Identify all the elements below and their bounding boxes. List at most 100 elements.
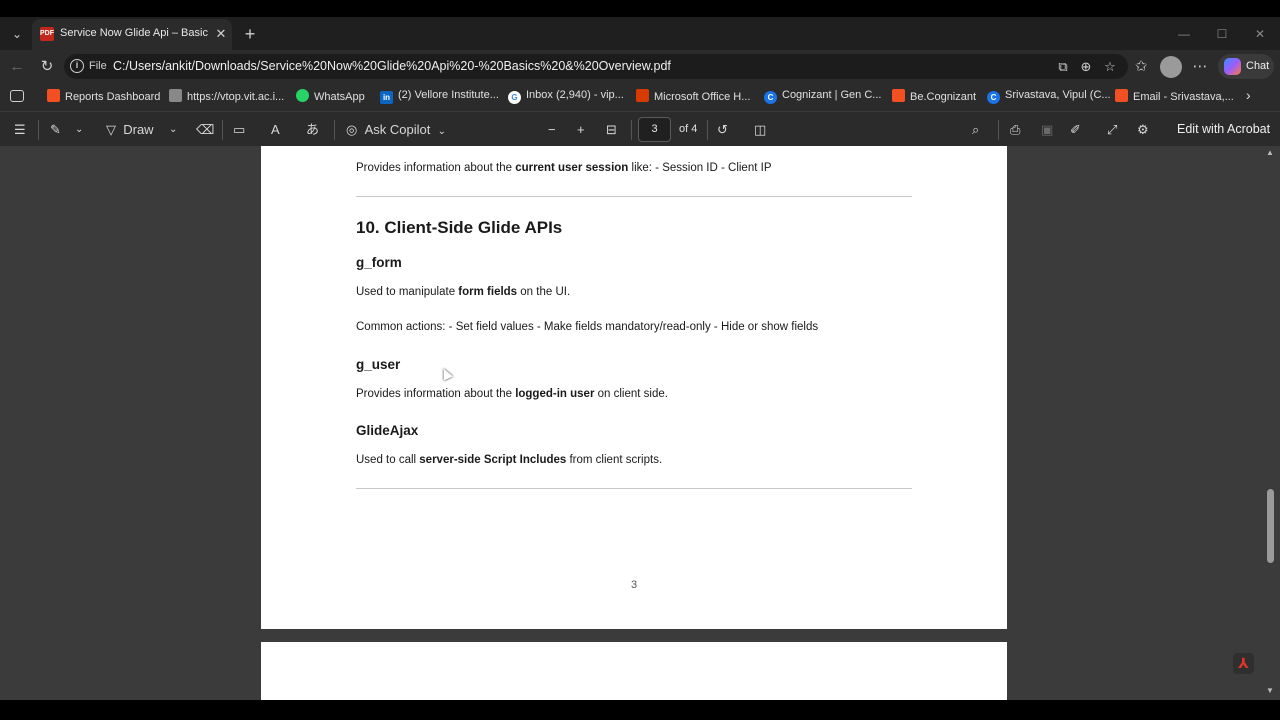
windows-icon (47, 89, 60, 102)
zoom-out-icon[interactable]: − (548, 121, 556, 139)
divider (356, 488, 912, 489)
pdf-page: Provides information about the current u… (261, 146, 1007, 629)
add-text-icon[interactable]: ▭ (233, 121, 245, 139)
chat-label: Chat (1246, 60, 1270, 72)
bookmark-item[interactable]: Be.Cognizant (892, 89, 976, 105)
search-icon[interactable]: ⌕ (972, 121, 979, 139)
tab-strip: ⌄ PDF Service Now Glide Api – Basics & O… (0, 17, 1280, 50)
pdf-icon: PDF (40, 27, 54, 41)
more-options-icon[interactable]: ⋯ (1189, 56, 1211, 78)
new-tab-icon[interactable]: + (240, 24, 260, 44)
url-text[interactable]: C:/Users/ankit/Downloads/Service%20Now%2… (113, 59, 671, 73)
zoom-icon[interactable]: ⊕ (1077, 58, 1095, 76)
avatar[interactable] (1160, 56, 1182, 78)
windows-icon (892, 89, 905, 102)
bookmark-item[interactable]: Email - Srivastava,... (1115, 89, 1234, 105)
ask-copilot-button[interactable]: ◎ Ask Copilot ⌄ (346, 121, 446, 139)
maximize-icon[interactable]: ☐ (1212, 25, 1232, 43)
tab-actions-chevron-icon[interactable]: ⌄ (8, 25, 26, 43)
fullscreen-icon[interactable]: ⤢ (1107, 121, 1117, 139)
save-as-icon[interactable]: ✐ (1070, 121, 1081, 139)
tab-active[interactable]: PDF Service Now Glide Api – Basics & Ove… (32, 19, 232, 50)
copilot-icon: ◎ (346, 122, 358, 137)
print-icon[interactable]: ⎙ (1010, 121, 1020, 139)
divider (38, 120, 39, 140)
copilot-chat-button[interactable]: Chat (1218, 54, 1274, 79)
acrobat-icon[interactable]: ⅄ (1233, 653, 1254, 674)
favorite-star-icon[interactable]: ☆ (1101, 58, 1119, 76)
save-icon[interactable]: ▣ (1041, 121, 1053, 139)
windows-icon (1115, 89, 1128, 102)
chevron-down-icon: ⌄ (437, 126, 446, 137)
divider (707, 120, 708, 140)
bookmark-item[interactable]: WhatsApp (296, 89, 365, 105)
bookmark-item[interactable]: Microsoft Office H... (636, 89, 750, 105)
whatsapp-icon (296, 89, 309, 102)
highlight-chevron-down-icon[interactable]: ⌄ (75, 121, 83, 139)
divider (998, 120, 999, 140)
bookmark-item[interactable]: in (2) Vellore Institute... (380, 89, 499, 105)
bookmark-item[interactable]: https://vtop.vit.ac.i... (169, 89, 284, 105)
g-user-heading: g_user (356, 357, 401, 372)
bookmarks-bar: Reports Dashboard https://vtop.vit.ac.i.… (0, 83, 1280, 111)
fit-to-width-icon[interactable]: ⊟ (606, 121, 617, 139)
navigation-bar: ← ↻ i File C:/Users/ankit/Downloads/Serv… (0, 50, 1280, 83)
edit-with-acrobat-button[interactable]: Edit with Acrobat (1177, 122, 1270, 136)
translate-icon[interactable]: あ (306, 121, 319, 139)
divider (334, 120, 335, 140)
bookmark-item[interactable]: Reports Dashboard (47, 89, 160, 105)
draw-button[interactable]: ▽ Draw (106, 121, 154, 139)
page-icon (169, 89, 182, 102)
scrollbar[interactable]: ▲ ▼ (1264, 146, 1278, 700)
glideajax-heading: GlideAjax (356, 423, 419, 438)
taskbar-edge (0, 700, 1280, 720)
bookmarks-menu-icon[interactable] (10, 90, 24, 102)
page-number-footer: 3 (630, 579, 638, 591)
zoom-in-icon[interactable]: + (577, 121, 585, 139)
refresh-icon[interactable]: ↻ (36, 56, 58, 78)
scroll-up-icon[interactable]: ▲ (1266, 148, 1274, 157)
ask-copilot-label: Ask Copilot (364, 122, 431, 137)
g-form-heading: g_form (356, 255, 402, 270)
draw-label: Draw (123, 122, 154, 137)
eraser-icon[interactable]: ⌫ (196, 121, 214, 139)
rotate-icon[interactable]: ↺ (717, 121, 728, 139)
pdf-toolbar: ☰ ✎ ⌄ ▽ Draw ⌄ ⌫ ▭ A あ ◎ Ask Copilot ⌄ −… (0, 111, 1280, 146)
page-total: of 4 (679, 123, 698, 135)
cognizant-icon: C (764, 91, 777, 104)
settings-gear-icon[interactable]: ⚙ (1137, 121, 1149, 139)
window-close-icon[interactable]: ✕ (1250, 25, 1270, 43)
divider (631, 120, 632, 140)
section-heading: 10. Client-Side Glide APIs (356, 218, 563, 237)
office-icon (636, 89, 649, 102)
pdf-page-next (261, 642, 1007, 700)
contents-icon[interactable]: ☰ (14, 121, 26, 139)
paragraph-g-form-actions: Common actions: - Set field values - Mak… (356, 321, 819, 333)
minimize-icon[interactable]: — (1174, 25, 1194, 43)
bookmark-item[interactable]: C Cognizant | Gen C... (764, 89, 881, 105)
read-aloud-icon[interactable]: A (271, 121, 280, 139)
bookmarks-overflow-chevron-icon[interactable]: › (1246, 87, 1251, 103)
back-icon[interactable]: ← (6, 56, 28, 78)
draw-chevron-down-icon[interactable]: ⌄ (169, 121, 177, 139)
divider (356, 196, 912, 197)
scrollbar-thumb[interactable] (1267, 489, 1274, 563)
highlight-icon[interactable]: ✎ (50, 121, 61, 139)
bookmark-item[interactable]: C Srivastava, Vipul (C... (987, 89, 1111, 105)
bookmark-item[interactable]: G Inbox (2,940) - vip... (508, 89, 624, 105)
scroll-down-icon[interactable]: ▼ (1266, 686, 1274, 695)
paragraph-session: Provides information about the current u… (356, 162, 772, 174)
favorites-icon[interactable]: ✩ (1130, 56, 1152, 78)
page-view-icon[interactable]: ◫ (754, 121, 766, 139)
copilot-icon (1224, 58, 1241, 75)
paragraph-g-form: Used to manipulate form fields on the UI… (356, 286, 571, 298)
linkedin-icon: in (380, 91, 393, 104)
info-icon[interactable]: i (70, 59, 84, 73)
draw-icon: ▽ (106, 122, 116, 137)
address-bar[interactable]: i File C:/Users/ankit/Downloads/Service%… (64, 54, 1128, 79)
pdf-viewer[interactable]: Provides information about the current u… (0, 146, 1280, 700)
copilot-vision-icon[interactable]: ⧉ (1054, 58, 1072, 76)
page-number-input[interactable]: 3 (638, 117, 671, 142)
cognizant-icon: C (987, 91, 1000, 104)
close-icon[interactable]: ✕ (214, 25, 228, 43)
